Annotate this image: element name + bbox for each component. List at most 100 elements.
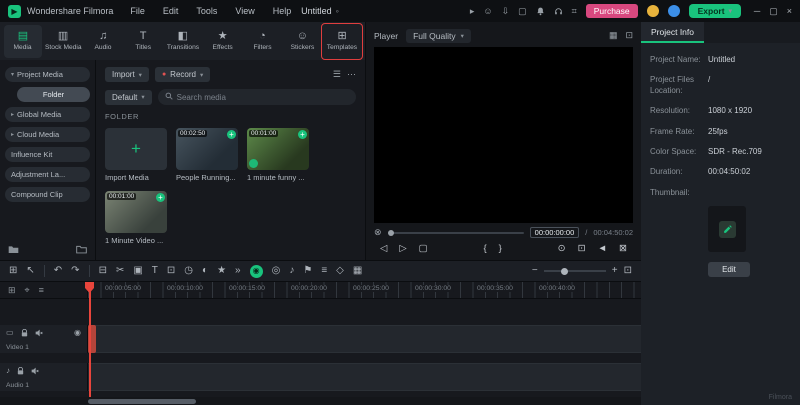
share-icon[interactable]: ▸ — [470, 6, 475, 16]
search-box[interactable] — [157, 89, 356, 105]
menu-edit[interactable]: Edit — [156, 6, 186, 16]
minimize-button[interactable]: ─ — [754, 6, 760, 17]
sidebar-item-folder[interactable]: Folder — [17, 87, 90, 102]
menu-file[interactable]: File — [123, 6, 152, 16]
import-button[interactable]: Import ▾ — [105, 67, 149, 82]
search-input[interactable] — [176, 92, 349, 102]
menu-tools[interactable]: Tools — [189, 6, 224, 16]
device-icon[interactable]: ▢ — [518, 6, 527, 16]
tab-filters[interactable]: ◔ Filters — [244, 25, 282, 58]
mark-in-button[interactable]: { — [483, 243, 486, 254]
previous-frame-button[interactable]: ◁ — [380, 243, 387, 254]
fullscreen-button[interactable]: ⊠ — [619, 243, 627, 254]
copy-icon[interactable]: ▣ — [133, 266, 142, 276]
undo-icon[interactable]: ↶ — [54, 266, 62, 276]
close-button[interactable]: × — [787, 6, 792, 17]
maximize-button[interactable]: ▢ — [769, 6, 778, 17]
thumbnail-preview[interactable] — [708, 206, 746, 253]
workspace-icon[interactable]: ⊞ — [9, 266, 17, 276]
marker-icon[interactable]: ⚑ — [303, 266, 312, 276]
seek-bar[interactable] — [387, 229, 524, 236]
zoom-fit-icon[interactable]: ⊡ — [624, 266, 632, 276]
select-tool-icon[interactable]: ↖ — [26, 266, 34, 276]
quality-dropdown[interactable]: Full Quality ▾ — [406, 28, 471, 43]
tab-stickers[interactable]: ☺ Stickers — [283, 25, 321, 58]
media-tile-minute-video[interactable]: 00:01:00 + 1 Minute Video ... — [105, 191, 167, 245]
add-to-timeline-icon[interactable]: + — [227, 130, 236, 139]
mask-icon[interactable]: ◎ — [272, 266, 281, 276]
edit-thumbnail-button[interactable]: Edit — [708, 262, 750, 278]
volume-button[interactable]: ◄ — [598, 243, 607, 254]
sidebar-item-influence-kit[interactable]: Influence Kit — [5, 147, 90, 162]
download-icon[interactable]: ⇩ — [502, 6, 510, 16]
tab-titles[interactable]: T Titles — [124, 25, 162, 58]
snapshot-button[interactable]: ⊙ — [558, 243, 566, 254]
speed-icon[interactable]: ◷ — [184, 266, 193, 276]
tab-stock-media[interactable]: ▥ Stock Media — [44, 25, 83, 58]
grid-view-icon[interactable]: ▦ — [609, 31, 618, 40]
eye-icon[interactable]: ◉ — [74, 328, 81, 337]
ripple-icon[interactable]: ≡ — [39, 285, 44, 295]
sort-filter-icon[interactable]: ☰ — [333, 70, 341, 79]
manage-tracks-icon[interactable]: ⊞ — [8, 285, 16, 296]
keyframe-icon[interactable]: ◇ — [336, 266, 344, 276]
sidebar-item-global-media[interactable]: ▸ Global Media — [5, 107, 90, 122]
tab-audio[interactable]: ♫ Audio — [84, 25, 122, 58]
zoom-in-icon[interactable]: + — [612, 266, 618, 276]
more-options-icon[interactable]: ⋯ — [347, 70, 356, 79]
timeline-ruler[interactable]: 00:00:05:00 00:00:10:00 00:00:15:00 00:0… — [88, 282, 641, 298]
snap-icon[interactable]: ⌖ — [25, 285, 30, 296]
video-track-lane[interactable] — [88, 325, 641, 353]
record-button[interactable]: ● Record ▾ — [154, 67, 211, 82]
export-button[interactable]: Export ▾ — [688, 4, 741, 18]
ai-tools-icon[interactable]: ★ — [217, 266, 226, 276]
progress-marker-icon[interactable]: ⊗ — [374, 228, 382, 237]
detach-player-icon[interactable]: ⊡ — [625, 31, 633, 40]
coin-badge-icon[interactable] — [646, 5, 659, 17]
mute-icon[interactable] — [35, 329, 43, 337]
tab-effects[interactable]: ★ Effects — [204, 25, 242, 58]
zoom-slider[interactable] — [543, 267, 606, 275]
crop-tool-icon[interactable]: ⊡ — [167, 266, 175, 276]
apps-grid-icon[interactable]: ⌗ — [572, 6, 577, 16]
media-tile-import[interactable]: + Import Media — [105, 128, 167, 182]
lock-icon[interactable] — [21, 328, 28, 337]
lock-icon[interactable] — [17, 366, 24, 375]
add-to-timeline-icon[interactable]: + — [156, 193, 165, 202]
redo-icon[interactable]: ↷ — [71, 266, 79, 276]
tab-media[interactable]: ▤ Media — [4, 24, 42, 58]
avatar[interactable] — [667, 5, 680, 17]
media-tile-people-running[interactable]: 00:02:50 + People Running... — [176, 128, 238, 182]
tab-templates[interactable]: ⊞ Templates — [321, 22, 364, 60]
mark-out-button[interactable]: } — [499, 243, 502, 254]
stop-button[interactable]: ▢ — [419, 243, 428, 254]
crop-button[interactable]: ⊡ — [578, 243, 586, 254]
menu-help[interactable]: Help — [266, 6, 299, 16]
color-icon[interactable]: ◐ — [202, 266, 208, 276]
tab-transitions[interactable]: ◧ Transitions — [164, 25, 202, 58]
support-icon[interactable] — [554, 7, 563, 16]
menu-view[interactable]: View — [228, 6, 261, 16]
sidebar-item-adjustment-layer[interactable]: Adjustment La... — [5, 167, 90, 182]
media-tile-funny-video[interactable]: 00:01:00 + 1 minute funny ... — [247, 128, 309, 182]
render-preview-icon[interactable]: ▦ — [353, 266, 362, 276]
audio-track-lane[interactable] — [88, 363, 641, 391]
split-icon[interactable]: ✂ — [116, 266, 124, 276]
audio-mixer-icon[interactable]: ≡ — [321, 266, 327, 276]
text-tool-icon[interactable]: T — [152, 266, 158, 276]
sidebar-item-project-media[interactable]: ▾ Project Media — [5, 67, 90, 82]
sidebar-item-compound-clip[interactable]: Compound Clip — [5, 187, 90, 202]
play-button[interactable]: ▷ — [399, 243, 406, 254]
tab-project-info[interactable]: Project Info — [641, 22, 704, 43]
sidebar-item-cloud-media[interactable]: ▸ Cloud Media — [5, 127, 90, 142]
smart-edit-icon[interactable]: ◉ — [249, 264, 263, 278]
view-mode-dropdown[interactable]: Default ▾ — [105, 89, 152, 105]
more-tools-icon[interactable]: » — [235, 266, 241, 276]
video-preview[interactable] — [374, 47, 633, 223]
scrollbar-thumb[interactable] — [88, 398, 196, 404]
delete-folder-icon[interactable] — [76, 245, 87, 256]
purchase-button[interactable]: Purchase — [585, 4, 638, 18]
voiceover-icon[interactable]: ♪ — [289, 266, 294, 276]
playhead[interactable] — [89, 282, 91, 397]
feedback-icon[interactable]: ☺ — [483, 6, 492, 16]
